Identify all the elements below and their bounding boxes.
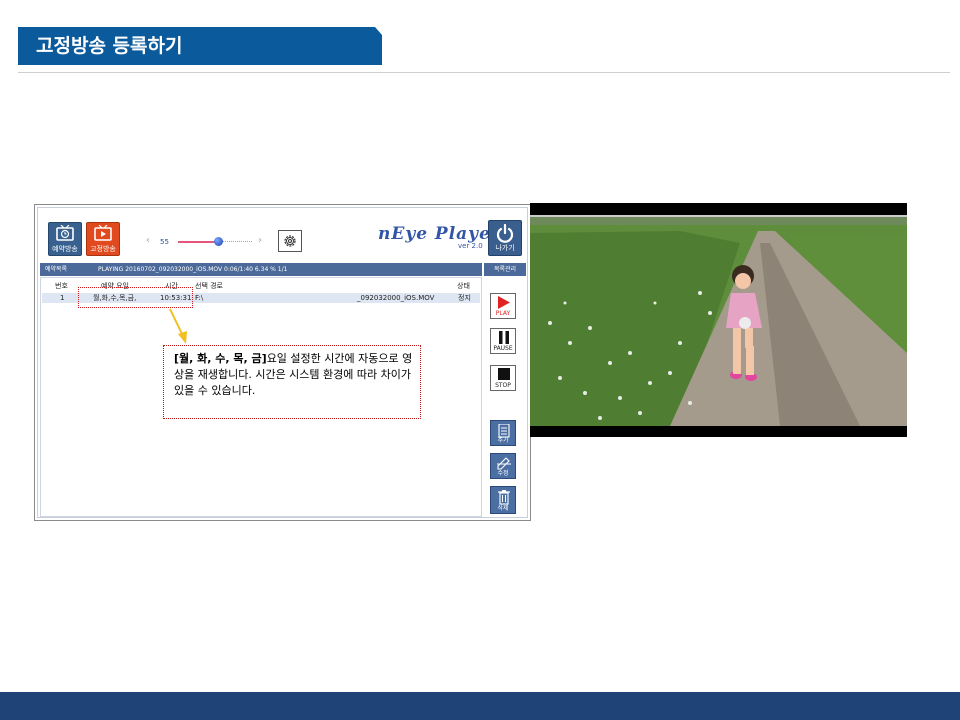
app-logo: nEye Player xyxy=(378,224,501,244)
title-divider xyxy=(18,72,950,73)
schedule-list-header: 예약목록 PLAYING 20160702_092032000_iOS.MOV … xyxy=(40,263,482,276)
list-add-icon xyxy=(498,424,510,438)
volume-value: 55 xyxy=(160,238,169,246)
callout-box: [월, 화, 수, 목, 금]요일 설정한 시간에 자동으로 영상을 재생합니다… xyxy=(163,345,421,419)
row-number: 1 xyxy=(60,294,65,302)
delete-button[interactable]: 삭제 xyxy=(490,486,516,514)
fixed-broadcast-label: 고정방송 xyxy=(90,245,116,253)
tv-play-icon xyxy=(94,225,112,241)
row-status: 정지 xyxy=(458,294,471,302)
row-path-file: _092032000_iOS.MOV xyxy=(357,294,435,302)
pause-button[interactable]: PAUSE xyxy=(490,328,516,354)
delete-label: 삭제 xyxy=(497,505,509,512)
edit-label: 수정 xyxy=(497,470,509,477)
settings-button[interactable] xyxy=(278,230,302,252)
tv-clock-icon xyxy=(56,225,74,241)
column-status: 상태 xyxy=(457,282,470,290)
callout-bold: [월, 화, 수, 목, 금] xyxy=(174,352,267,365)
stop-label: STOP xyxy=(495,382,511,389)
title-banner: 고정방송 등록하기 xyxy=(18,27,382,65)
play-label: PLAY xyxy=(495,310,511,317)
chevron-right-icon[interactable]: › xyxy=(258,236,262,246)
page-title: 고정방송 등록하기 xyxy=(36,35,183,57)
app-version: ver 2.0 xyxy=(458,242,483,250)
days-highlight-box xyxy=(78,287,193,308)
trash-icon xyxy=(498,490,510,505)
chevron-left-icon[interactable]: ‹ xyxy=(146,236,150,246)
video-preview xyxy=(530,203,907,437)
slide: 고정방송 등록하기 예약방송 고정방송 ‹ 55 › nEye Player v… xyxy=(0,0,960,720)
play-icon xyxy=(498,296,510,309)
list-management-header: 목록관리 xyxy=(484,263,526,276)
row-path-prefix: F:\ xyxy=(195,294,204,302)
volume-slider-fill xyxy=(178,241,219,243)
play-button[interactable]: PLAY xyxy=(490,293,516,319)
exit-button[interactable]: 나가기 xyxy=(488,220,522,256)
reserve-broadcast-button[interactable]: 예약방송 xyxy=(48,222,82,256)
schedule-list-title: 예약목록 xyxy=(45,266,68,273)
power-icon xyxy=(496,224,514,243)
reserve-broadcast-label: 예약방송 xyxy=(52,245,78,253)
volume-slider-handle[interactable] xyxy=(214,237,224,246)
pause-label: PAUSE xyxy=(493,345,513,352)
column-number: 번호 xyxy=(55,282,68,290)
edit-button[interactable]: 수정 xyxy=(490,453,516,479)
column-path: 선택 경로 xyxy=(195,282,223,290)
footer-bar xyxy=(0,692,960,720)
gear-icon xyxy=(284,235,296,247)
fixed-broadcast-button[interactable]: 고정방송 xyxy=(86,222,120,256)
stop-icon xyxy=(498,368,510,380)
exit-label: 나가기 xyxy=(495,244,515,252)
add-label: 추가 xyxy=(497,437,509,444)
edit-icon xyxy=(497,457,511,470)
video-frame-image xyxy=(530,203,907,437)
playing-status: PLAYING 20160702_092032000_iOS.MOV 0:06/… xyxy=(98,266,288,273)
pause-icon xyxy=(499,331,509,344)
add-button[interactable]: 추가 xyxy=(490,420,516,446)
stop-button[interactable]: STOP xyxy=(490,365,516,391)
